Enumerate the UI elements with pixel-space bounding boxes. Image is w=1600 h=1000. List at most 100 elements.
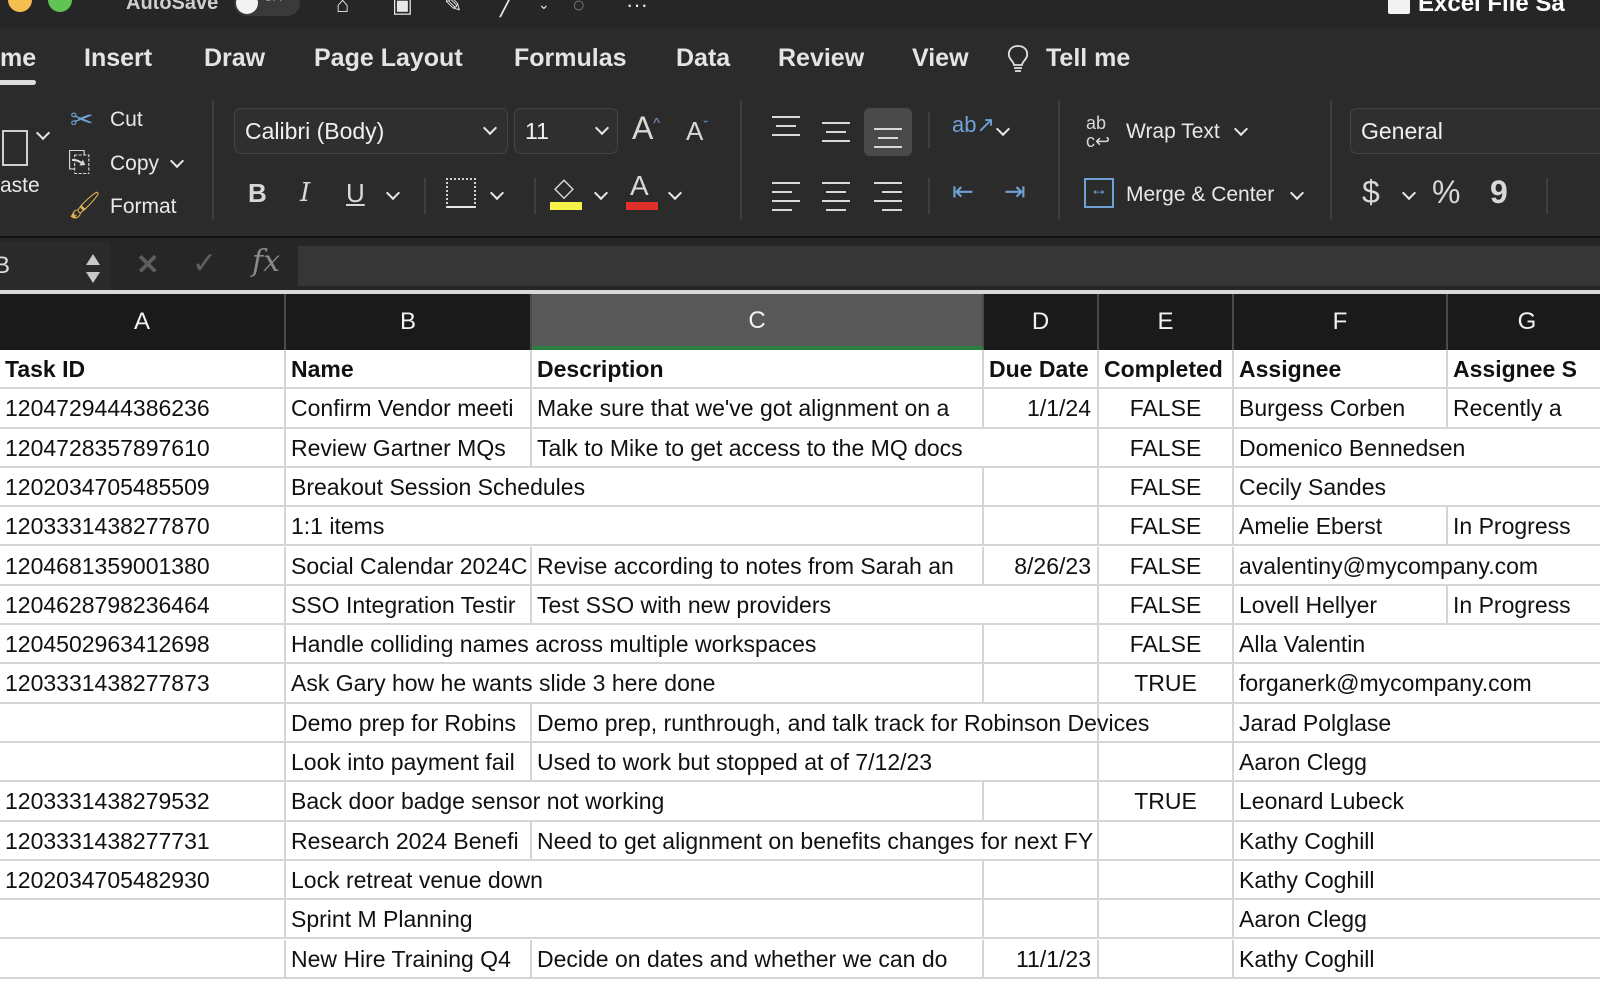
increase-indent-icon[interactable]: ⇥ [1004, 178, 1026, 204]
cell[interactable]: New Hire Training Q4 [286, 939, 532, 977]
font-color-chevron-icon[interactable] [667, 185, 683, 201]
cell[interactable]: FALSE [1099, 625, 1234, 663]
cell[interactable]: Test SSO with new providers [532, 585, 1099, 624]
cell[interactable]: 1204729444386236 [0, 389, 286, 427]
cell[interactable] [0, 703, 286, 741]
more-icon[interactable]: ··· [626, 0, 648, 18]
edit-icon[interactable]: ✎ [444, 0, 462, 18]
chevron-down-icon[interactable]: ⌄ [538, 0, 550, 13]
cell[interactable]: 1/1/24 [984, 389, 1099, 427]
cell[interactable]: Social Calendar 2024C [286, 546, 532, 584]
cell[interactable]: 1204728357897610 [0, 428, 286, 466]
header-cell[interactable]: Name [286, 350, 532, 388]
cell[interactable]: FALSE [1099, 428, 1234, 466]
cell[interactable]: Lovell Hellyer [1234, 585, 1448, 624]
tab-draw[interactable]: Draw [204, 44, 265, 73]
align-right-icon[interactable] [874, 182, 902, 218]
cell[interactable]: FALSE [1099, 507, 1234, 545]
cancel-icon[interactable]: ✕ [136, 248, 159, 281]
header-cell[interactable]: Due Date [984, 350, 1099, 388]
cell[interactable]: TRUE [1099, 664, 1234, 702]
cell[interactable]: Domenico Bennedsen [1234, 429, 1600, 466]
autosave-toggle[interactable]: OFF [234, 0, 300, 16]
cell[interactable]: Look into payment fail [286, 743, 532, 781]
column-header-c[interactable]: C [532, 294, 984, 350]
cell[interactable]: Confirm Vendor meeti [286, 389, 532, 427]
spreadsheet-grid[interactable]: A B C D E F G Task ID Name Description Due Date Com… [0, 294, 1600, 1000]
tell-me-search[interactable]: Tell me [1046, 44, 1130, 73]
chevron-down-icon[interactable] [1233, 121, 1249, 137]
align-top-icon[interactable] [772, 116, 800, 143]
spin-down-icon[interactable] [86, 272, 100, 283]
cell[interactable]: FALSE [1099, 389, 1234, 427]
cell[interactable]: 1202034705482930 [0, 860, 286, 899]
cell[interactable]: Leonard Lubeck [1234, 782, 1600, 819]
cell[interactable]: 1203331438279532 [0, 782, 286, 820]
cell[interactable]: Jarad Polglase [1234, 704, 1600, 741]
font-color-icon[interactable]: A [630, 172, 649, 200]
tab-formulas[interactable]: Formulas [514, 44, 627, 73]
copy-chevron-icon[interactable] [169, 153, 185, 169]
column-header-g[interactable]: G [1448, 294, 1600, 350]
insert-function-button[interactable]: fx [252, 244, 280, 279]
cell[interactable]: Kathy Coghill [1234, 861, 1600, 898]
cell[interactable]: 8/26/23 [984, 546, 1099, 584]
underline-button[interactable]: U [346, 180, 365, 206]
increase-font-size-icon[interactable]: A^ [632, 112, 660, 144]
draw-pen-icon[interactable]: ╱ [500, 0, 513, 18]
cell[interactable]: Kathy Coghill [1234, 940, 1600, 977]
underline-chevron-icon[interactable] [385, 185, 401, 201]
cell[interactable]: 1202034705485509 [0, 467, 286, 506]
cell[interactable]: avalentiny@mycompany.com [1234, 547, 1600, 584]
tab-review[interactable]: Review [778, 44, 864, 73]
tab-data[interactable]: Data [676, 44, 730, 73]
header-cell[interactable]: Description [532, 350, 984, 388]
home-icon[interactable]: ⌂ [336, 0, 349, 18]
cell[interactable]: Make sure that we've got alignment on a [532, 389, 984, 427]
cell[interactable] [0, 743, 286, 781]
cell[interactable]: 1204502963412698 [0, 625, 286, 663]
font-name-dropdown[interactable]: Calibri (Body) [234, 108, 508, 154]
minimize-button[interactable] [8, 0, 32, 12]
cell[interactable]: Alla Valentin [1234, 625, 1600, 662]
fill-color-chevron-icon[interactable] [593, 185, 609, 201]
tab-page-layout[interactable]: Page Layout [314, 44, 463, 73]
header-cell[interactable]: Completed [1099, 350, 1234, 388]
cell[interactable] [0, 900, 286, 938]
column-header-d[interactable]: D [984, 294, 1099, 350]
align-middle-icon[interactable] [822, 122, 850, 149]
currency-button[interactable]: $ [1362, 176, 1380, 208]
column-header-a[interactable]: A [0, 294, 286, 350]
cell[interactable] [0, 939, 286, 977]
cell[interactable]: Lock retreat venue down [286, 860, 1234, 899]
cell[interactable]: In Progress [1448, 507, 1600, 544]
font-size-dropdown[interactable]: 11 [514, 108, 618, 154]
align-bottom-button[interactable] [864, 108, 912, 156]
cell[interactable]: FALSE [1099, 467, 1234, 506]
cell[interactable]: 1:1 items [286, 507, 1099, 545]
cell[interactable]: SSO Integration Testir [286, 585, 532, 624]
borders-icon[interactable] [446, 178, 476, 208]
borders-chevron-icon[interactable] [489, 185, 505, 201]
tab-insert[interactable]: Insert [84, 44, 152, 73]
orientation-icon[interactable]: ab↗ [952, 114, 995, 136]
cell[interactable] [1099, 939, 1234, 977]
cell[interactable]: Sprint M Planning [286, 900, 1234, 938]
name-box[interactable]: B [0, 242, 110, 292]
cell[interactable]: 11/1/23 [984, 939, 1099, 977]
cell[interactable]: Breakout Session Schedules [286, 467, 1099, 506]
cell[interactable]: In Progress [1448, 586, 1600, 623]
cell[interactable]: forganerk@mycompany.com [1234, 664, 1600, 701]
formula-input[interactable] [298, 246, 1600, 286]
cell[interactable]: 1203331438277870 [0, 507, 286, 545]
cell[interactable]: Ask Gary how he wants slide 3 here done [286, 664, 1099, 702]
currency-chevron-icon[interactable] [1401, 185, 1417, 201]
cell[interactable]: Decide on dates and whether we can do [532, 939, 984, 977]
cell[interactable]: Aaron Clegg [1234, 900, 1600, 937]
cell[interactable]: Burgess Corben [1234, 389, 1448, 427]
cell[interactable]: Need to get alignment on benefits change… [532, 821, 1234, 859]
cell[interactable]: Kathy Coghill [1234, 822, 1600, 859]
tab-home[interactable]: me [0, 44, 37, 85]
cell[interactable]: Recently a [1448, 389, 1600, 426]
zoom-window-button[interactable] [48, 0, 72, 12]
